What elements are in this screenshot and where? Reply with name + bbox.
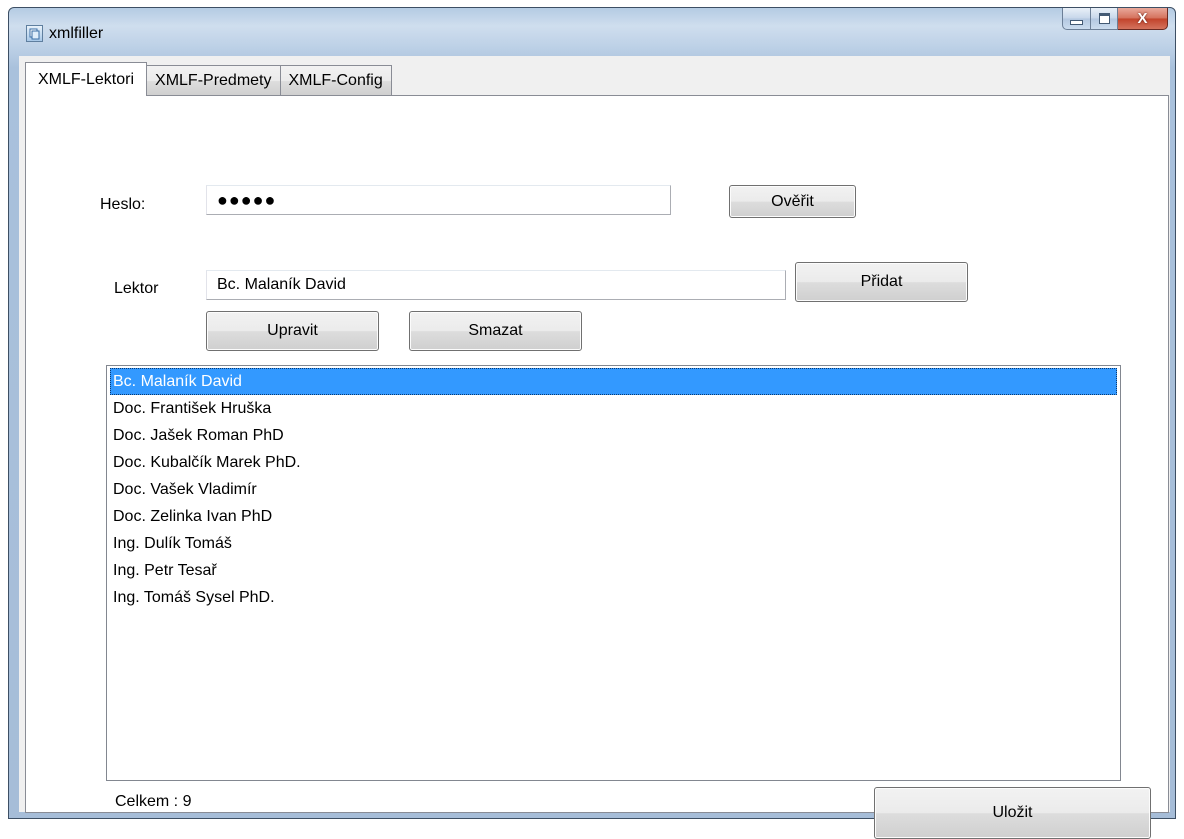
password-label: Heslo: (100, 196, 146, 213)
window-title: xmlfiller (49, 25, 104, 42)
total-count-label: Celkem : 9 (115, 793, 192, 810)
delete-button[interactable]: Smazat (409, 311, 582, 351)
tab-panel-lektori: Heslo: ●●●●● Ověřit Lektor Bc. Malaník D… (25, 95, 1169, 839)
client-area: XMLF-Lektori XMLF-Predmety XMLF-Config H… (19, 56, 1170, 839)
title-bar[interactable]: xmlfiller X (9, 8, 1175, 56)
tab-xmlf-predmety[interactable]: XMLF-Predmety (147, 65, 281, 96)
minimize-icon (1070, 20, 1083, 25)
save-button[interactable]: Uložit (874, 787, 1151, 839)
list-item[interactable]: Doc. Zelinka Ivan PhD (110, 503, 1117, 530)
lecturer-list[interactable]: Bc. Malaník David Doc. František Hruška … (106, 365, 1121, 781)
lecturer-input[interactable]: Bc. Malaník David (206, 270, 786, 300)
close-icon: X (1137, 10, 1148, 27)
app-window: xmlfiller X XMLF-Lektori XMLF-Predmety X… (8, 7, 1176, 839)
list-item[interactable]: Bc. Malaník David (110, 368, 1117, 395)
close-button[interactable]: X (1118, 8, 1168, 30)
tab-strip: XMLF-Lektori XMLF-Predmety XMLF-Config (25, 62, 392, 96)
maximize-icon (1098, 13, 1110, 24)
tab-xmlf-lektori[interactable]: XMLF-Lektori (25, 62, 148, 96)
verify-button[interactable]: Ověřit (729, 185, 856, 218)
list-item[interactable]: Ing. Petr Tesař (110, 557, 1117, 584)
list-item[interactable]: Ing. Dulík Tomáš (110, 530, 1117, 557)
list-item[interactable]: Ing. Tomáš Sysel PhD. (110, 584, 1117, 611)
maximize-button[interactable] (1091, 8, 1118, 30)
add-button[interactable]: Přidat (795, 262, 968, 302)
app-icon[interactable] (26, 25, 43, 42)
list-item[interactable]: Doc. František Hruška (110, 395, 1117, 422)
password-field[interactable]: ●●●●● (206, 185, 671, 215)
minimize-button[interactable] (1062, 8, 1091, 30)
tab-xmlf-config[interactable]: XMLF-Config (280, 65, 392, 96)
list-item[interactable]: Doc. Kubalčík Marek PhD. (110, 449, 1117, 476)
window-controls: X (1062, 8, 1168, 30)
list-item[interactable]: Doc. Jašek Roman PhD (110, 422, 1117, 449)
lecturer-label: Lektor (114, 280, 159, 297)
edit-button[interactable]: Upravit (206, 311, 379, 351)
list-item[interactable]: Doc. Vašek Vladimír (110, 476, 1117, 503)
